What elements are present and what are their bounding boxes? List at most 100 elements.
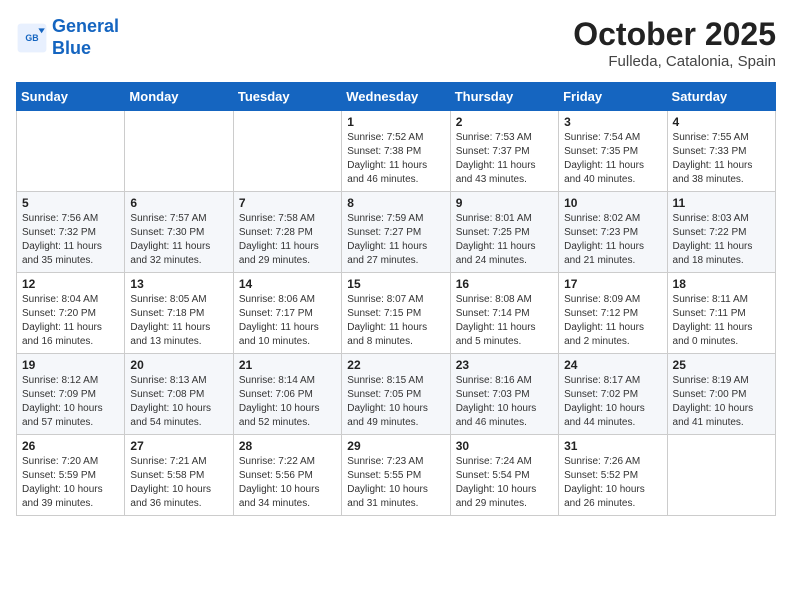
calendar-week-5: 26 Sunrise: 7:20 AM Sunset: 5:59 PM Dayli… — [17, 435, 776, 516]
calendar-table: SundayMondayTuesdayWednesdayThursdayFrid… — [16, 82, 776, 516]
day-number: 19 — [22, 358, 119, 372]
day-number: 20 — [130, 358, 227, 372]
day-number: 23 — [456, 358, 553, 372]
calendar-cell: 21Sunrise: 8:14 AM Sunset: 7:06 PM Dayli… — [233, 354, 341, 435]
calendar-cell: 30Sunrise: 7:24 AM Sunset: 5:54 PM Dayli… — [450, 435, 558, 516]
day-number: 3 — [564, 115, 661, 129]
logo: GB General Blue — [16, 16, 119, 59]
day-info: Sunrise: 8:13 AM Sunset: 7:08 PM Dayligh… — [130, 374, 227, 430]
day-number: 11 — [673, 196, 770, 210]
calendar-cell: 17 Sunrise: 8:09 AM Sunset: 7:12 PM Dayli… — [559, 273, 667, 354]
day-number: 29 — [347, 439, 444, 453]
weekday-monday: Monday — [125, 83, 233, 111]
calendar-cell: 24 Sunrise: 8:17 AM Sunset: 7:02 PM Dayli… — [559, 354, 667, 435]
day-info: Sunrise: 8:08 AM Sunset: 7:14 PM Dayligh… — [456, 293, 553, 349]
calendar-cell: 22 Sunrise: 8:15 AM Sunset: 7:05 PM Dayli… — [342, 354, 450, 435]
calendar-cell: 1 Sunrise: 7:52 AM Sunset: 7:38 PM Daylig… — [342, 111, 450, 192]
calendar-cell: 29 Sunrise: 7:23 AM Sunset: 5:55 PM Dayli… — [342, 435, 450, 516]
day-number: 17 — [564, 277, 661, 291]
day-info: Sunrise: 7:52 AM Sunset: 7:38 PM Dayligh… — [347, 131, 444, 187]
day-number: 24 — [564, 358, 661, 372]
weekday-thursday: Thursday — [450, 83, 558, 111]
day-info: Sunrise: 8:19 AM Sunset: 7:00 PM Dayligh… — [673, 374, 770, 430]
calendar-cell: 10 Sunrise: 8:02 AM Sunset: 7:23 PM Dayli… — [559, 192, 667, 273]
weekday-friday: Friday — [559, 83, 667, 111]
day-info: Sunrise: 8:17 AM Sunset: 7:02 PM Dayligh… — [564, 374, 661, 430]
day-number: 5 — [22, 196, 119, 210]
calendar-cell: 13 Sunrise: 8:05 AM Sunset: 7:18 PM Dayli… — [125, 273, 233, 354]
calendar-cell: 14Sunrise: 8:06 AM Sunset: 7:17 PM Dayli… — [233, 273, 341, 354]
calendar-cell — [667, 435, 775, 516]
day-info: Sunrise: 8:03 AM Sunset: 7:22 PM Dayligh… — [673, 212, 770, 268]
day-info: Sunrise: 8:16 AM Sunset: 7:03 PM Dayligh… — [456, 374, 553, 430]
weekday-saturday: Saturday — [667, 83, 775, 111]
day-info: Sunrise: 7:58 AM Sunset: 7:28 PM Dayligh… — [239, 212, 336, 268]
day-number: 30 — [456, 439, 553, 453]
svg-text:GB: GB — [25, 33, 38, 43]
day-info: Sunrise: 7:20 AM Sunset: 5:59 PM Dayligh… — [22, 455, 119, 511]
weekday-tuesday: Tuesday — [233, 83, 341, 111]
calendar-week-4: 19 Sunrise: 8:12 AM Sunset: 7:09 PM Dayli… — [17, 354, 776, 435]
calendar-week-2: 5 Sunrise: 7:56 AM Sunset: 7:32 PM Daylig… — [17, 192, 776, 273]
day-info: Sunrise: 7:22 AM Sunset: 5:56 PM Dayligh… — [239, 455, 336, 511]
day-number: 13 — [130, 277, 227, 291]
calendar-cell: 12 Sunrise: 8:04 AM Sunset: 7:20 PM Dayli… — [17, 273, 125, 354]
day-info: Sunrise: 7:57 AM Sunset: 7:30 PM Dayligh… — [130, 212, 227, 268]
logo-line1: General — [52, 16, 119, 36]
day-number: 16 — [456, 277, 553, 291]
calendar-cell: 8Sunrise: 7:59 AM Sunset: 7:27 PM Daylig… — [342, 192, 450, 273]
day-info: Sunrise: 8:11 AM Sunset: 7:11 PM Dayligh… — [673, 293, 770, 349]
day-info: Sunrise: 8:12 AM Sunset: 7:09 PM Dayligh… — [22, 374, 119, 430]
calendar-cell: 3Sunrise: 7:54 AM Sunset: 7:35 PM Daylig… — [559, 111, 667, 192]
calendar-cell — [233, 111, 341, 192]
day-info: Sunrise: 8:04 AM Sunset: 7:20 PM Dayligh… — [22, 293, 119, 349]
weekday-wednesday: Wednesday — [342, 83, 450, 111]
day-number: 28 — [239, 439, 336, 453]
day-number: 26 — [22, 439, 119, 453]
day-number: 21 — [239, 358, 336, 372]
calendar-cell: 19 Sunrise: 8:12 AM Sunset: 7:09 PM Dayli… — [17, 354, 125, 435]
day-info: Sunrise: 8:02 AM Sunset: 7:23 PM Dayligh… — [564, 212, 661, 268]
weekday-header-row: SundayMondayTuesdayWednesdayThursdayFrid… — [17, 83, 776, 111]
calendar-cell: 4 Sunrise: 7:55 AM Sunset: 7:33 PM Daylig… — [667, 111, 775, 192]
day-info: Sunrise: 7:55 AM Sunset: 7:33 PM Dayligh… — [673, 131, 770, 187]
day-number: 10 — [564, 196, 661, 210]
day-number: 12 — [22, 277, 119, 291]
day-number: 25 — [673, 358, 770, 372]
day-number: 6 — [130, 196, 227, 210]
calendar-cell: 7 Sunrise: 7:58 AM Sunset: 7:28 PM Daylig… — [233, 192, 341, 273]
day-number: 22 — [347, 358, 444, 372]
calendar-cell: 31Sunrise: 7:26 AM Sunset: 5:52 PM Dayli… — [559, 435, 667, 516]
day-info: Sunrise: 8:15 AM Sunset: 7:05 PM Dayligh… — [347, 374, 444, 430]
day-number: 2 — [456, 115, 553, 129]
calendar-cell: 20 Sunrise: 8:13 AM Sunset: 7:08 PM Dayli… — [125, 354, 233, 435]
day-info: Sunrise: 7:56 AM Sunset: 7:32 PM Dayligh… — [22, 212, 119, 268]
title-block: October 2025 Fulleda, Catalonia, Spain — [573, 16, 776, 70]
calendar-cell: 18Sunrise: 8:11 AM Sunset: 7:11 PM Dayli… — [667, 273, 775, 354]
day-number: 15 — [347, 277, 444, 291]
calendar-cell — [125, 111, 233, 192]
day-number: 9 — [456, 196, 553, 210]
day-info: Sunrise: 7:23 AM Sunset: 5:55 PM Dayligh… — [347, 455, 444, 511]
calendar-cell: 6 Sunrise: 7:57 AM Sunset: 7:30 PM Daylig… — [125, 192, 233, 273]
day-number: 1 — [347, 115, 444, 129]
day-number: 4 — [673, 115, 770, 129]
calendar-cell: 15Sunrise: 8:07 AM Sunset: 7:15 PM Dayli… — [342, 273, 450, 354]
calendar-cell: 16 Sunrise: 8:08 AM Sunset: 7:14 PM Dayli… — [450, 273, 558, 354]
calendar-cell: 28 Sunrise: 7:22 AM Sunset: 5:56 PM Dayli… — [233, 435, 341, 516]
logo-icon: GB — [16, 22, 48, 54]
day-info: Sunrise: 7:26 AM Sunset: 5:52 PM Dayligh… — [564, 455, 661, 511]
day-info: Sunrise: 7:21 AM Sunset: 5:58 PM Dayligh… — [130, 455, 227, 511]
day-number: 7 — [239, 196, 336, 210]
logo-line2: Blue — [52, 38, 91, 58]
day-info: Sunrise: 8:09 AM Sunset: 7:12 PM Dayligh… — [564, 293, 661, 349]
day-info: Sunrise: 7:53 AM Sunset: 7:37 PM Dayligh… — [456, 131, 553, 187]
month-title: October 2025 — [573, 16, 776, 53]
day-info: Sunrise: 8:05 AM Sunset: 7:18 PM Dayligh… — [130, 293, 227, 349]
day-info: Sunrise: 8:01 AM Sunset: 7:25 PM Dayligh… — [456, 212, 553, 268]
calendar-week-1: 1 Sunrise: 7:52 AM Sunset: 7:38 PM Daylig… — [17, 111, 776, 192]
calendar-cell: 2 Sunrise: 7:53 AM Sunset: 7:37 PM Daylig… — [450, 111, 558, 192]
day-info: Sunrise: 8:06 AM Sunset: 7:17 PM Dayligh… — [239, 293, 336, 349]
day-info: Sunrise: 7:59 AM Sunset: 7:27 PM Dayligh… — [347, 212, 444, 268]
calendar-cell — [17, 111, 125, 192]
